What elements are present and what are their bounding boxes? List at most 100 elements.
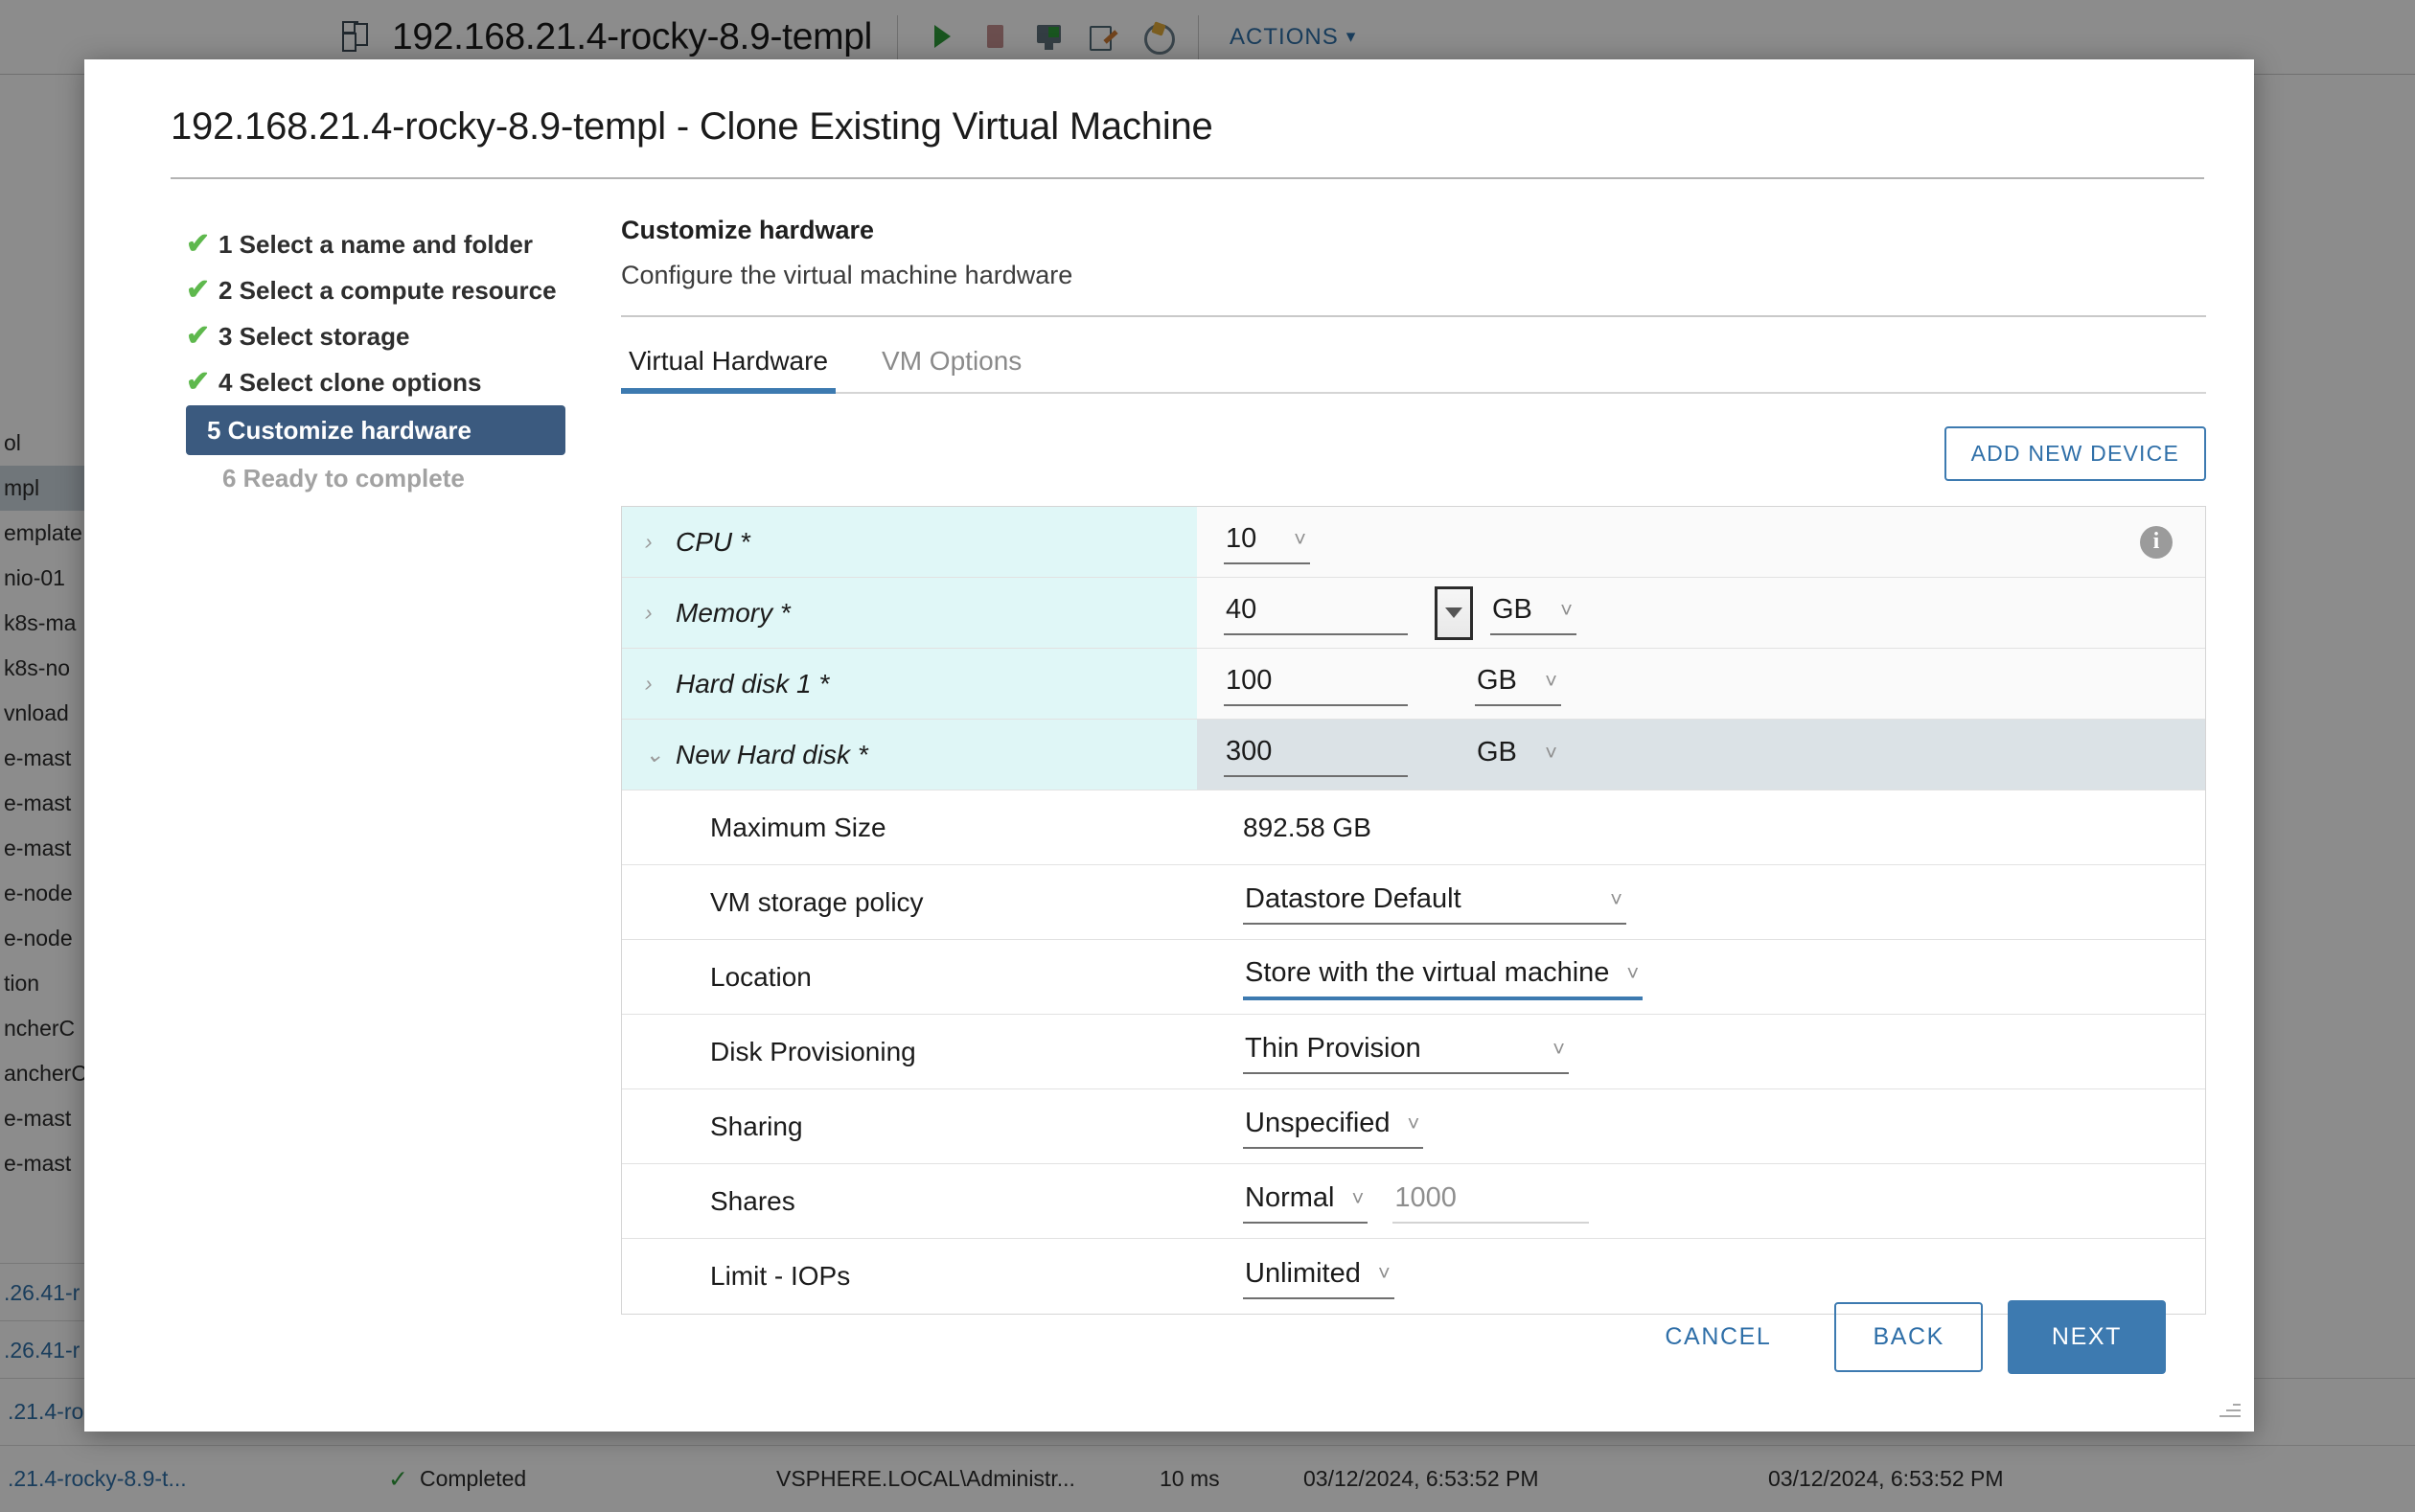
- chevron-down-icon: ˅: [1610, 886, 1622, 911]
- pane-subheading: Configure the virtual machine hardware: [621, 261, 1073, 289]
- next-button[interactable]: NEXT: [2007, 1300, 2166, 1374]
- virtual-hardware-table: ›CPU *10˅i›Memory *GB˅›Hard disk 1 *GB˅⌄…: [621, 506, 2206, 1315]
- check-icon: ✔: [186, 274, 211, 306]
- chevron-down-icon: ˅: [1545, 740, 1557, 765]
- disk-detail-select[interactable]: Datastore Default ˅: [1243, 880, 1626, 925]
- size-unit-value: GB: [1477, 665, 1517, 696]
- wizard-step-4[interactable]: ✔ 4 Select clone options: [171, 359, 621, 405]
- add-new-device-button[interactable]: ADD NEW DEVICE: [1944, 426, 2206, 481]
- disk-detail-row: Shares Normal ˅: [622, 1164, 2205, 1239]
- hardware-row[interactable]: › CPU * 10 ˅ i: [622, 507, 2205, 578]
- hardware-row-value-cell: GB ˅: [1197, 578, 2205, 648]
- disk-detail-row: VM storage policy Datastore Default ˅: [622, 865, 2205, 940]
- wizard-content-pane: Customize hardware Configure the virtual…: [621, 216, 2214, 1315]
- pane-divider: [621, 315, 2206, 317]
- disk-detail-select[interactable]: Normal ˅: [1243, 1179, 1368, 1224]
- disk-detail-label: VM storage policy: [710, 886, 924, 917]
- disk-detail-label: Maximum Size: [710, 812, 886, 842]
- check-icon: ✔: [186, 228, 211, 260]
- tab-virtual-hardware[interactable]: Virtual Hardware: [621, 346, 837, 394]
- cpu-count-select[interactable]: 10 ˅: [1224, 519, 1310, 564]
- disk-detail-row: Location Store with the virtual machine ˅: [622, 940, 2205, 1015]
- wizard-step-label: 2 Select a compute resource: [218, 275, 557, 305]
- disk-detail-label: Location: [710, 961, 812, 992]
- disk-detail-value-cell: 892.58 GB: [1216, 813, 2205, 843]
- tab-label: VM Options: [882, 346, 1023, 376]
- disk-detail-select-value: Normal: [1245, 1182, 1335, 1213]
- hardware-row[interactable]: ⌄New Hard disk * GB ˅: [622, 720, 2205, 790]
- wizard-step-label: 6 Ready to complete: [222, 463, 465, 493]
- dialog-resize-grip[interactable]: [2216, 1395, 2241, 1420]
- chevron-down-icon: ˅: [1545, 668, 1557, 693]
- disk-detail-row: Maximum Size 892.58 GB: [622, 790, 2205, 865]
- size-unit-value: GB: [1492, 594, 1532, 625]
- caret-down-icon: [1445, 607, 1462, 618]
- chevron-down-icon: ˅: [1377, 1261, 1391, 1285]
- wizard-step-5[interactable]: 5 Customize hardware: [186, 405, 565, 455]
- tab-vm-options[interactable]: VM Options: [874, 346, 1029, 392]
- chevron-down-icon: ˅: [1626, 960, 1640, 985]
- disk-detail-label: Shares: [710, 1185, 795, 1216]
- disk-detail-select[interactable]: Store with the virtual machine ˅: [1243, 953, 1644, 1000]
- chevron-down-icon: ˅: [1552, 1036, 1565, 1061]
- hardware-row-label-cell: › CPU *: [622, 507, 1197, 577]
- disk-detail-label: Sharing: [710, 1111, 803, 1141]
- wizard-step-3[interactable]: ✔ 3 Select storage: [171, 313, 621, 359]
- cpu-count-value: 10: [1226, 523, 1257, 554]
- hardware-size-input[interactable]: [1224, 590, 1408, 635]
- check-icon: ✔: [186, 320, 211, 352]
- wizard-step-6[interactable]: 6 Ready to complete: [171, 455, 621, 501]
- disk-detail-select-value: Unlimited: [1245, 1257, 1361, 1289]
- hardware-row-label: CPU *: [676, 526, 750, 557]
- disk-detail-row: Disk Provisioning Thin Provision ˅: [622, 1015, 2205, 1089]
- wizard-step-label: 3 Select storage: [218, 321, 410, 351]
- disk-detail-label: Disk Provisioning: [710, 1036, 916, 1066]
- hardware-row-label: Memory *: [676, 597, 791, 628]
- cancel-button[interactable]: CANCEL: [1626, 1302, 1809, 1372]
- back-button[interactable]: BACK: [1834, 1302, 1983, 1372]
- info-icon[interactable]: i: [2140, 525, 2173, 559]
- hardware-row[interactable]: ›Memory * GB ˅: [622, 578, 2205, 649]
- clone-vm-wizard-dialog: 192.168.21.4-rocky-8.9-templ - Clone Exi…: [84, 59, 2254, 1432]
- hardware-row-label-cell: › Memory *: [622, 578, 1197, 648]
- disk-detail-value-cell: Normal ˅: [1216, 1179, 2205, 1224]
- chevron-down-icon: ˅: [1560, 597, 1573, 622]
- chevron-right-icon[interactable]: ›: [645, 529, 676, 555]
- size-unit-select[interactable]: GB ˅: [1475, 733, 1561, 776]
- wizard-step-label: 4 Select clone options: [218, 367, 482, 397]
- memory-unit-stepper[interactable]: [1435, 585, 1473, 640]
- hardware-row-value-cell: GB ˅: [1197, 720, 2205, 790]
- disk-detail-select[interactable]: Unlimited ˅: [1243, 1254, 1394, 1299]
- dialog-title: 192.168.21.4-rocky-8.9-templ - Clone Exi…: [171, 105, 1213, 148]
- disk-detail-select-value: Unspecified: [1245, 1108, 1391, 1138]
- hardware-row-value-cell: 10 ˅ i: [1197, 507, 2205, 577]
- size-unit-value: GB: [1477, 737, 1517, 767]
- hardware-tabs: Virtual Hardware VM Options: [621, 346, 2206, 394]
- size-unit-select[interactable]: GB ˅: [1490, 590, 1576, 635]
- maximum-size-value: 892.58 GB: [1243, 812, 1371, 842]
- disk-detail-value-cell: Unspecified ˅: [1216, 1104, 2205, 1149]
- hardware-size-input[interactable]: [1224, 732, 1408, 777]
- size-unit-select[interactable]: GB ˅: [1475, 661, 1561, 706]
- wizard-footer: CANCEL BACK NEXT: [1626, 1300, 2166, 1374]
- disk-detail-value-cell: Thin Provision ˅: [1216, 1029, 2205, 1074]
- check-icon: ✔: [186, 366, 211, 398]
- disk-detail-select[interactable]: Thin Provision ˅: [1243, 1029, 1569, 1074]
- wizard-step-1[interactable]: ✔ 1 Select a name and folder: [171, 221, 621, 267]
- disk-detail-row: Sharing Unspecified ˅: [622, 1089, 2205, 1164]
- chevron-down-icon[interactable]: ⌄: [645, 742, 676, 767]
- disk-detail-select-value: Thin Provision: [1245, 1033, 1421, 1064]
- chevron-down-icon: ˅: [1407, 1111, 1420, 1135]
- hardware-size-input[interactable]: [1224, 661, 1408, 706]
- tab-label: Virtual Hardware: [629, 346, 829, 376]
- disk-detail-label: Limit - IOPs: [710, 1261, 851, 1291]
- hardware-row-value-cell: GB ˅: [1197, 649, 2205, 719]
- chevron-right-icon[interactable]: ›: [645, 671, 676, 697]
- chevron-right-icon[interactable]: ›: [645, 600, 676, 626]
- disk-detail-select[interactable]: Unspecified ˅: [1243, 1104, 1424, 1149]
- disk-detail-select-value: Store with the virtual machine: [1245, 957, 1610, 988]
- wizard-step-2[interactable]: ✔ 2 Select a compute resource: [171, 267, 621, 313]
- hardware-row[interactable]: ›Hard disk 1 * GB ˅: [622, 649, 2205, 720]
- wizard-steps-list: ✔ 1 Select a name and folder ✔ 2 Select a c…: [171, 216, 621, 1315]
- shares-value-input[interactable]: [1392, 1179, 1590, 1224]
